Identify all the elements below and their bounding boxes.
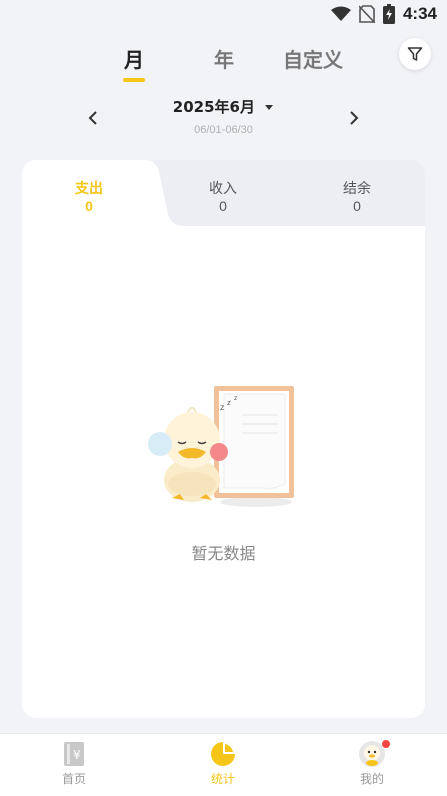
tab-income-value: 0 xyxy=(219,198,227,214)
nav-stats-label: 统计 xyxy=(210,772,235,786)
tab-expense[interactable]: 支出 0 xyxy=(22,178,156,214)
tab-custom-label: 自定义 xyxy=(283,48,343,72)
filter-icon xyxy=(407,47,423,61)
filter-button[interactable] xyxy=(399,38,431,70)
svg-text:z: z xyxy=(227,399,231,407)
caret-down-icon xyxy=(265,104,274,110)
stats-card: 支出 0 收入 0 结余 0 z z z 暂无数据 xyxy=(22,160,425,718)
nav-mine[interactable]: 我的 xyxy=(332,740,412,787)
tab-balance-label: 结余 xyxy=(343,181,371,197)
empty-message: 暂无数据 xyxy=(191,544,256,563)
tab-expense-label: 支出 xyxy=(75,181,103,197)
month-selector[interactable]: 2025年6月 xyxy=(0,96,447,117)
tab-income[interactable]: 收入 0 xyxy=(156,178,290,214)
svg-text:z: z xyxy=(234,395,237,402)
battery-charging-icon xyxy=(382,4,395,24)
next-month-button[interactable] xyxy=(344,108,364,128)
status-time: 4:34 xyxy=(402,4,437,23)
nav-stats[interactable]: 统计 xyxy=(183,740,263,787)
status-icons: 4:34 xyxy=(330,4,437,24)
tab-balance-value: 0 xyxy=(353,198,361,214)
date-navigator: 2025年6月 06/01-06/30 xyxy=(0,96,447,146)
tab-active-indicator xyxy=(123,78,145,82)
nav-mine-label: 我的 xyxy=(359,772,384,786)
tab-year[interactable]: 年 xyxy=(207,44,241,73)
tab-balance[interactable]: 结余 0 xyxy=(290,178,424,214)
tab-custom[interactable]: 自定义 xyxy=(278,44,348,73)
tab-month-label: 月 xyxy=(124,48,144,72)
bottom-navigation: ¥ 首页 统计 我的 xyxy=(0,733,447,796)
tab-income-label: 收入 xyxy=(209,181,237,197)
tab-year-label: 年 xyxy=(214,48,234,72)
nav-home[interactable]: ¥ 首页 xyxy=(34,740,114,787)
svg-text:¥: ¥ xyxy=(73,748,81,762)
wifi-icon xyxy=(330,6,351,21)
sleeping-duck-illustration: z z z xyxy=(148,386,294,507)
nav-home-label: 首页 xyxy=(61,772,86,786)
tab-expense-value: 0 xyxy=(85,198,93,214)
date-range: 06/01-06/30 xyxy=(194,124,253,136)
chevron-right-icon xyxy=(350,111,359,125)
svg-text:z: z xyxy=(220,403,224,412)
pie-chart-icon xyxy=(209,740,237,768)
notification-badge xyxy=(382,740,390,748)
month-title: 2025年6月 xyxy=(172,98,255,116)
status-bar: 4:34 xyxy=(0,0,447,30)
no-sim-icon xyxy=(358,5,375,23)
period-tabs: 月 年 自定义 xyxy=(0,44,447,84)
home-ledger-icon: ¥ xyxy=(60,740,88,768)
tab-month[interactable]: 月 xyxy=(117,44,151,82)
